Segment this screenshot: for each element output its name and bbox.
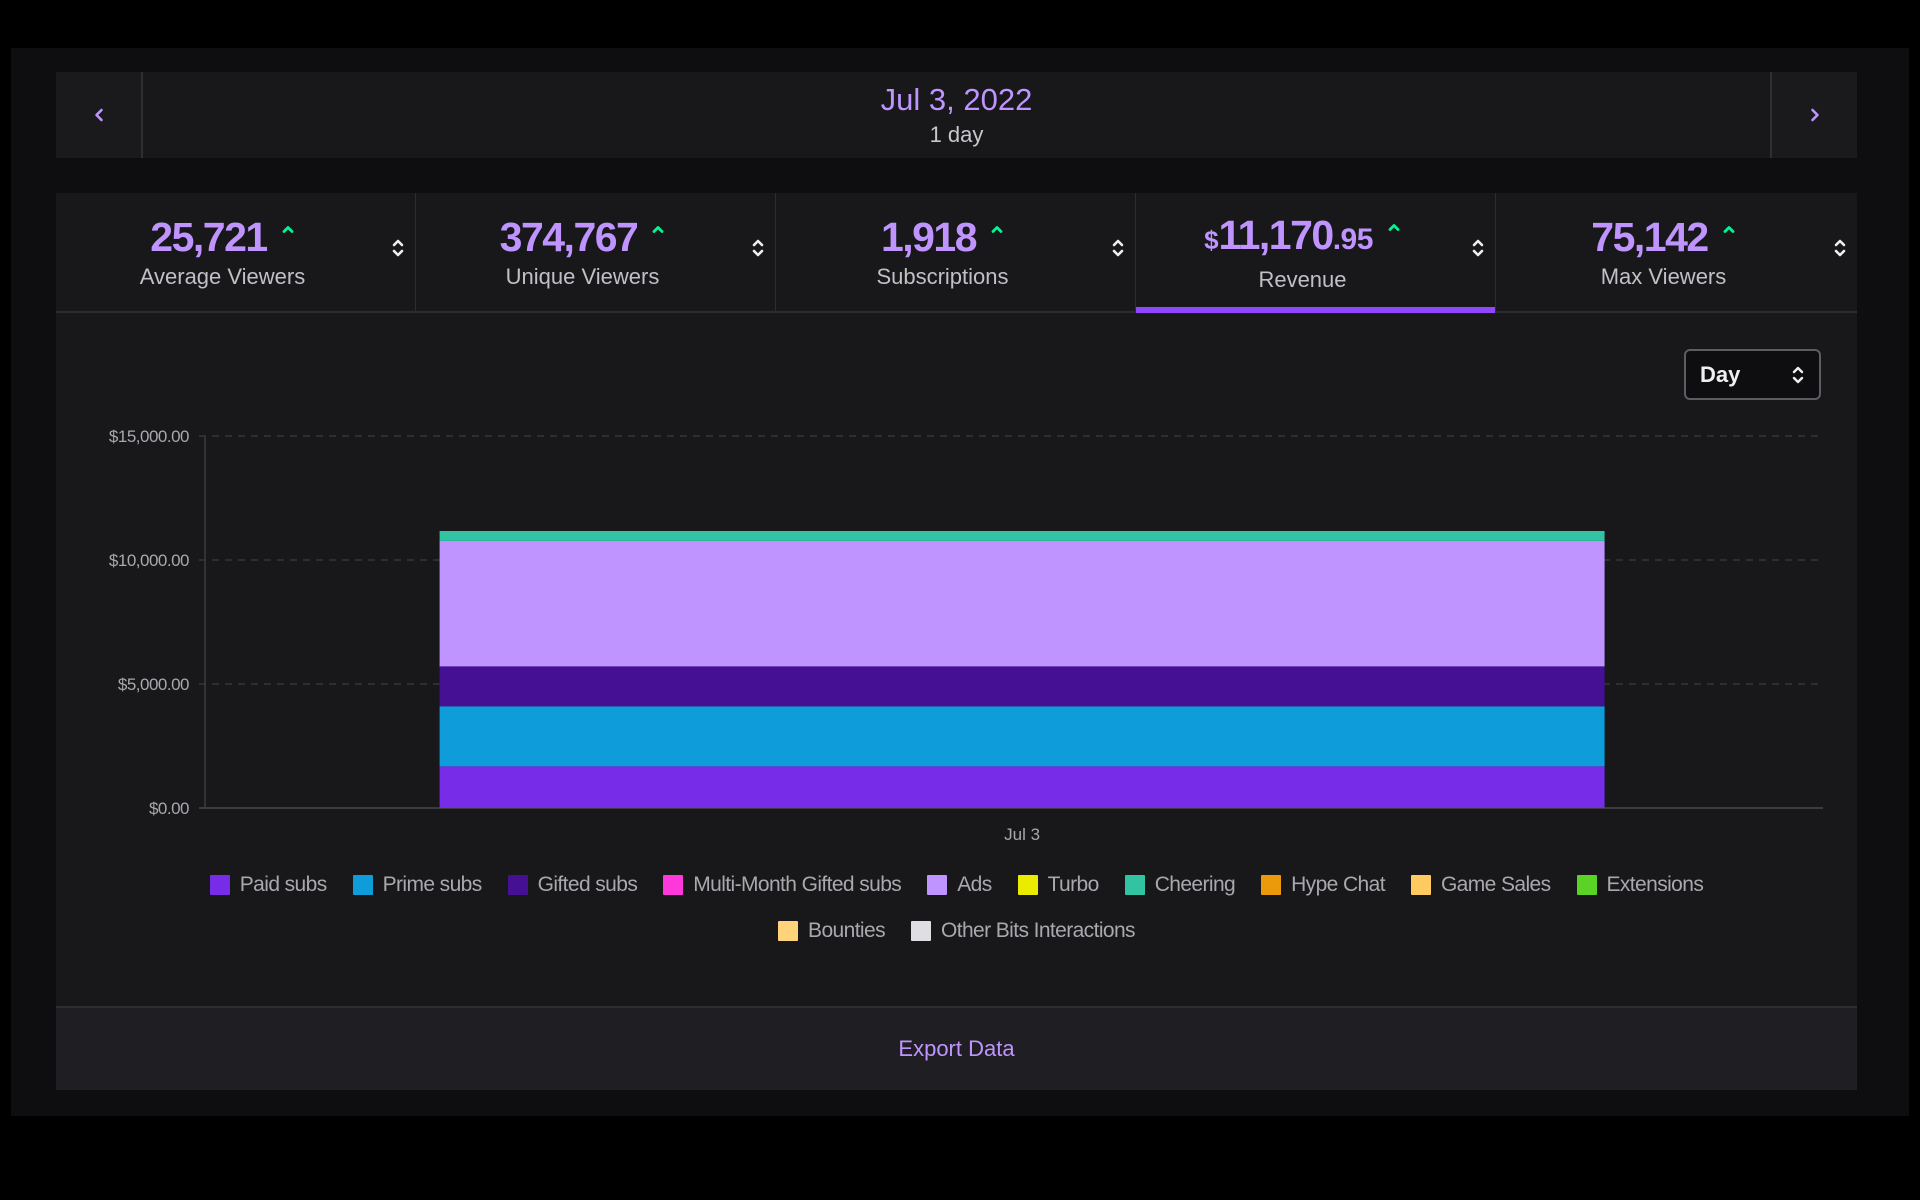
trend-up-icon	[1388, 223, 1400, 231]
stat-label: Revenue	[1258, 266, 1347, 292]
legend-swatch	[1261, 875, 1282, 895]
sort-toggle-icon[interactable]	[1111, 235, 1125, 261]
trend-up-icon	[991, 226, 1003, 233]
sort-toggle-icon[interactable]	[1471, 235, 1485, 261]
footer: Export Data	[56, 1006, 1857, 1090]
stat-value: 1,918	[880, 213, 978, 261]
legend-swatch	[778, 921, 799, 941]
legend-label: Bounties	[808, 919, 886, 942]
date-range: 1 day	[929, 122, 984, 147]
stat-value: 25,721	[150, 213, 268, 261]
legend-item-turbo[interactable]: Turbo	[1017, 873, 1100, 897]
stat-card-average-viewers[interactable]: 25,721 Average Viewers	[56, 193, 416, 311]
stat-cents: .95	[1332, 222, 1374, 256]
legend-label: Multi-Month Gifted subs	[693, 873, 902, 896]
legend-label: Paid subs	[239, 873, 327, 896]
y-tick-label: $0.00	[149, 799, 189, 818]
stat-value-row: $11,170.95	[1204, 211, 1401, 264]
legend-swatch	[910, 921, 931, 941]
previous-date-button[interactable]	[56, 72, 143, 158]
legend-item-hype-chat[interactable]: Hype Chat	[1261, 873, 1386, 897]
bar-segment-gifted-subs	[439, 666, 1605, 707]
legend-item-prime-subs[interactable]: Prime subs	[352, 873, 483, 897]
legend-swatch	[507, 875, 528, 895]
stat-label: Unique Viewers	[505, 264, 660, 289]
stat-card-unique-viewers[interactable]: 374,767 Unique Viewers	[416, 193, 776, 311]
legend-item-cheering[interactable]: Cheering	[1124, 873, 1236, 897]
stat-value: 75,142	[1591, 213, 1709, 261]
legend-label: Gifted subs	[537, 873, 638, 896]
stat-cards: 25,721 Average Viewers 374,767 Unique Viewe…	[56, 193, 1857, 313]
x-tick-label: Jul 3	[1004, 825, 1040, 844]
legend-label: Game Sales	[1440, 873, 1551, 896]
next-date-button[interactable]	[1770, 72, 1857, 158]
date-title: Jul 3, 2022	[880, 82, 1033, 117]
legend-item-game-sales[interactable]: Game Sales	[1410, 873, 1551, 897]
stat-card-revenue[interactable]: $11,170.95 Revenue	[1136, 193, 1496, 313]
stat-value-row: 374,767	[500, 213, 666, 261]
stat-label: Subscriptions	[876, 264, 1009, 289]
legend-label: Hype Chat	[1291, 873, 1385, 896]
stat-value: 374,767	[499, 213, 639, 261]
legend-swatch	[927, 875, 948, 895]
revenue-chart-panel: Day $0.00 $5,000.00 $10,000.00 $15,000.00 Ju…	[56, 313, 1857, 1006]
trend-up-icon	[282, 226, 294, 233]
legend-swatch	[1576, 875, 1597, 895]
bar-segment-cheering	[439, 530, 1605, 541]
stat-number: 374,767	[499, 214, 639, 260]
bar-segment-prime-subs	[439, 706, 1605, 767]
revenue-stacked-bar-chart: $0.00 $5,000.00 $10,000.00 $15,000.00 Jul 3	[109, 427, 1823, 844]
export-data-button[interactable]: Export Data	[898, 1036, 1014, 1062]
legend-swatch	[209, 875, 230, 895]
stat-number: 25,721	[150, 214, 268, 260]
legend-swatch	[1410, 875, 1431, 895]
trend-up-icon	[1723, 226, 1735, 233]
stat-value-row: 25,721	[150, 213, 294, 261]
stat-value-row: 1,918	[881, 213, 1004, 261]
y-tick-label: $15,000.00	[109, 427, 189, 446]
chart-legend: Paid subs Prime subs Gifted subs Multi-Mont…	[56, 873, 1857, 943]
legend-item-bounties[interactable]: Bounties	[778, 919, 886, 943]
stat-label: Average Viewers	[139, 264, 306, 289]
legend-label: Prime subs	[382, 873, 483, 896]
y-tick-label: $5,000.00	[118, 675, 189, 694]
stat-label: Max Viewers	[1600, 264, 1727, 289]
legend-item-ads[interactable]: Ads	[927, 873, 992, 897]
stat-value: $11,170.95	[1204, 211, 1373, 264]
bar-segment-paid-subs	[439, 766, 1605, 808]
legend-label: Other Bits Interactions	[940, 919, 1136, 942]
chevron-left-icon	[94, 108, 103, 122]
legend-item-gifted-subs[interactable]: Gifted subs	[507, 873, 638, 897]
legend-item-multi-month-gifted-subs[interactable]: Multi-Month Gifted subs	[663, 873, 902, 897]
legend-swatch	[352, 875, 373, 895]
legend-item-extensions[interactable]: Extensions	[1576, 873, 1704, 897]
legend-label: Turbo	[1047, 873, 1100, 896]
stat-number: 75,142	[1591, 214, 1709, 260]
stat-card-max-viewers[interactable]: 75,142 Max Viewers	[1496, 193, 1857, 311]
legend-label: Extensions	[1606, 873, 1704, 896]
trend-up-icon	[652, 226, 664, 233]
legend-item-paid-subs[interactable]: Paid subs	[209, 873, 327, 897]
chevron-right-icon	[1810, 108, 1819, 122]
legend-label: Cheering	[1154, 873, 1236, 896]
legend-item-other-bits-interactions[interactable]: Other Bits Interactions	[910, 919, 1136, 943]
bar-segment-ads	[439, 540, 1605, 667]
stat-number: 1,918	[880, 214, 978, 260]
sort-toggle-icon[interactable]	[391, 235, 405, 261]
legend-label: Ads	[957, 873, 992, 896]
legend-swatch	[1017, 875, 1038, 895]
date-navigator: Jul 3, 2022 1 day	[56, 72, 1857, 158]
stat-currency: $	[1204, 224, 1219, 255]
legend-swatch	[1124, 875, 1145, 895]
stat-number: 11,170	[1218, 211, 1335, 258]
stat-card-subscriptions[interactable]: 1,918 Subscriptions	[776, 193, 1136, 311]
y-tick-label: $10,000.00	[109, 551, 189, 570]
sort-toggle-icon[interactable]	[1833, 235, 1847, 261]
legend-swatch	[663, 875, 684, 895]
date-display: Jul 3, 2022 1 day	[143, 72, 1770, 158]
stat-value-row: 75,142	[1591, 213, 1735, 261]
sort-toggle-icon[interactable]	[751, 235, 765, 261]
